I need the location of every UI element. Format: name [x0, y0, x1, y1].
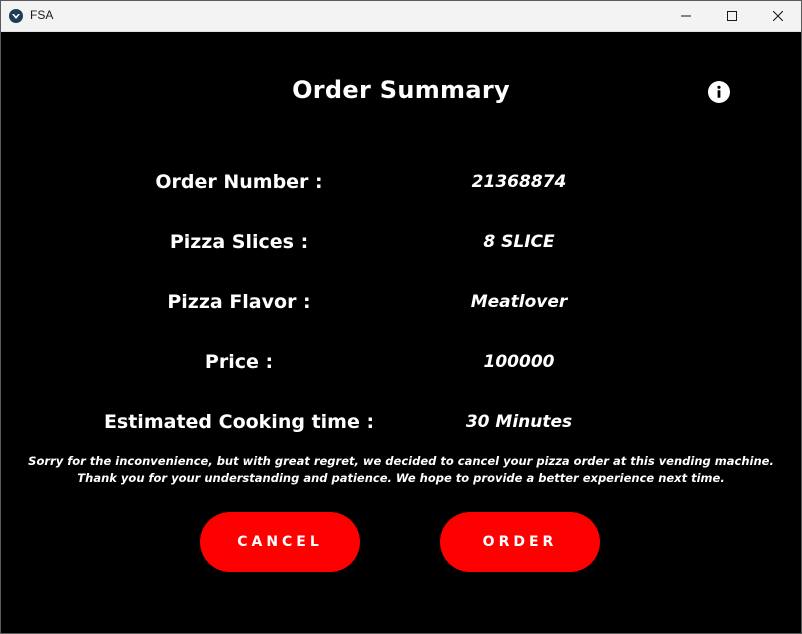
order-number-label: Order Number : [155, 171, 323, 193]
cooking-time-value: 30 Minutes [465, 412, 573, 432]
app-logo-icon [9, 9, 23, 23]
title-bar[interactable]: FSA [1, 1, 801, 32]
page-title: Order Summary [292, 76, 510, 104]
cancel-button[interactable]: CANCEL [200, 512, 360, 572]
pizza-flavor-row: Pizza Flavor : Meatlover [1, 287, 801, 317]
maximize-icon [727, 11, 737, 21]
notice-line-1: Sorry for the inconvenience, but with gr… [28, 454, 774, 468]
order-number-value: 21368874 [471, 172, 567, 192]
window-title: FSA [30, 8, 54, 22]
cooking-time-label: Estimated Cooking time : [103, 411, 375, 433]
app-window: FSA Order Summary Order Number : 2136887… [0, 0, 802, 634]
cooking-time-row: Estimated Cooking time : 30 Minutes [1, 407, 801, 437]
cancellation-notice: Sorry for the inconvenience, but with gr… [21, 453, 781, 487]
minimize-icon [681, 15, 691, 17]
info-icon[interactable] [708, 81, 730, 103]
order-number-row: Order Number : 21368874 [1, 167, 801, 197]
pizza-slices-value: 8 SLICE [483, 232, 555, 252]
order-button[interactable]: ORDER [440, 512, 600, 572]
maximize-button[interactable] [709, 1, 755, 31]
close-button[interactable] [755, 1, 801, 31]
close-icon [773, 11, 783, 21]
minimize-button[interactable] [663, 1, 709, 31]
notice-line-2: Thank you for your understanding and pat… [77, 471, 725, 485]
price-label: Price : [204, 351, 274, 373]
pizza-slices-row: Pizza Slices : 8 SLICE [1, 227, 801, 257]
price-row: Price : 100000 [1, 347, 801, 377]
price-value: 100000 [483, 352, 555, 372]
pizza-flavor-label: Pizza Flavor : [167, 291, 311, 313]
order-summary-screen: Order Summary Order Number : 21368874 Pi… [1, 32, 801, 633]
pizza-slices-label: Pizza Slices : [169, 231, 309, 253]
pizza-flavor-value: Meatlover [470, 292, 568, 312]
